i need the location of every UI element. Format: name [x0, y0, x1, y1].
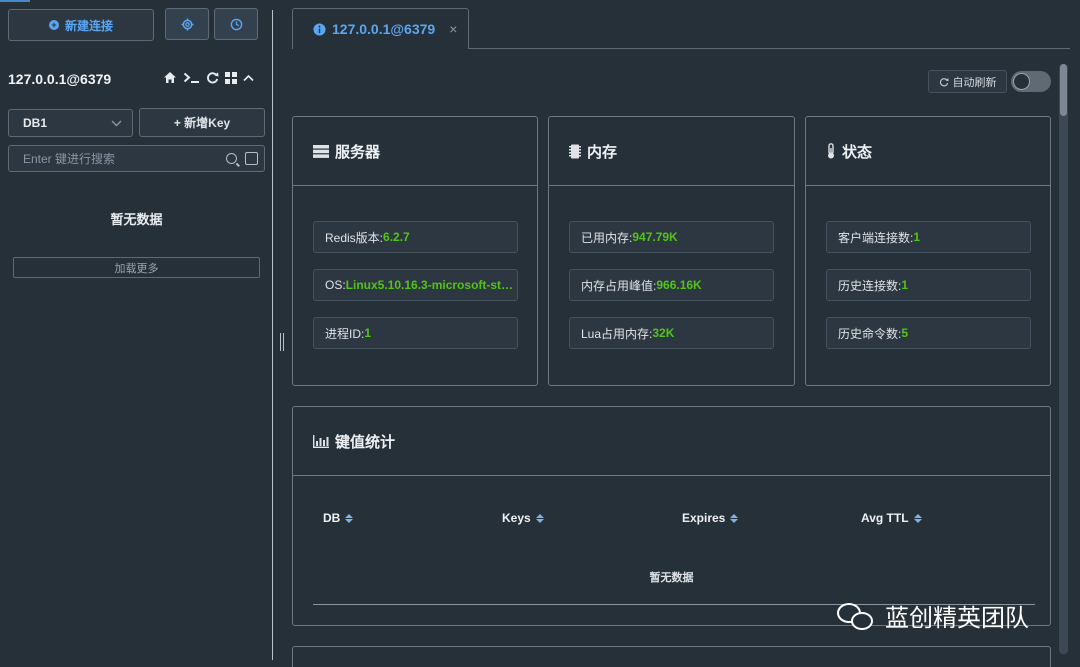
- refresh-icon: [939, 77, 949, 86]
- top-edge-accent: [0, 0, 30, 2]
- search-input[interactable]: [23, 151, 226, 166]
- close-icon[interactable]: ×: [449, 21, 457, 37]
- stat-peak-memory: 内存占用峰值: 966.16K: [569, 269, 774, 301]
- server-icon: [313, 144, 329, 158]
- memory-card: 内存 已用内存: 947.79K 内存占用峰值: 966.16K Lua占用内存: 3…: [548, 116, 795, 386]
- scrollbar-thumb[interactable]: [1060, 64, 1067, 116]
- stat-label: 客户端连接数:: [838, 230, 914, 245]
- stat-label: OS:: [325, 278, 346, 292]
- watermark-text: 蓝创精英团队: [885, 604, 1029, 632]
- column-label: Keys: [502, 511, 531, 525]
- grid-icon[interactable]: [225, 71, 237, 84]
- column-label: Avg TTL: [861, 511, 909, 525]
- stat-total-commands: 历史命令数: 5: [826, 317, 1031, 349]
- resize-handle[interactable]: [280, 333, 284, 351]
- stat-value: 1: [364, 326, 372, 340]
- stat-used-memory: 已用内存: 947.79K: [569, 221, 774, 253]
- empty-keys-text: 暂无数据: [110, 212, 163, 227]
- new-connection-label: 新建连接: [64, 18, 113, 33]
- exact-match-checkbox[interactable]: [245, 152, 258, 165]
- load-more-button[interactable]: 加载更多: [13, 257, 260, 278]
- stat-label: Redis版本:: [325, 230, 384, 245]
- next-card: [292, 646, 1051, 667]
- stat-label: 进程ID:: [325, 326, 365, 341]
- sidebar: + 新建连接 127.0.0.1@6379 DB1 + 新增Key Enter …: [0, 0, 272, 667]
- chevron-up-icon[interactable]: [243, 74, 254, 82]
- stat-os: OS: Linux5.10.16.3-microsoft-st…: [313, 269, 518, 301]
- stat-lua-memory: Lua占用内存: 32K: [569, 317, 774, 349]
- db-select[interactable]: DB1: [8, 109, 133, 137]
- column-header-db[interactable]: DB: [323, 511, 354, 525]
- search-bar: [8, 145, 265, 172]
- key-stats-title: 键值统计: [335, 433, 396, 451]
- stat-total-connections: 历史连接数: 1: [826, 269, 1031, 301]
- stat-value: 5: [901, 326, 909, 340]
- stat-value: 966.16K: [656, 278, 702, 292]
- stat-label: 已用内存:: [581, 230, 633, 245]
- stat-value: 1: [913, 230, 921, 244]
- auto-refresh-label: 自动刷新: [952, 76, 997, 89]
- sort-icon[interactable]: [913, 513, 922, 523]
- stat-value: 947.79K: [632, 230, 678, 244]
- table-empty-text: 暂无数据: [649, 572, 694, 584]
- stat-label: 历史连接数:: [838, 278, 902, 293]
- status-card: 状态 客户端连接数: 1 历史连接数: 1 历史命令数: 5: [805, 116, 1051, 386]
- history-button[interactable]: [214, 8, 258, 40]
- server-card-header: 服务器: [293, 117, 537, 186]
- auto-refresh-toggle[interactable]: [1011, 71, 1051, 92]
- server-card: 服务器 Redis版本: 6.2.7 OS: Linux5.10.16.3-micr…: [292, 116, 538, 386]
- stat-process-id: 进程ID: 1: [313, 317, 518, 349]
- sort-icon[interactable]: [345, 513, 354, 523]
- scrollbar[interactable]: [1059, 64, 1068, 654]
- watermark: 蓝创精英团队: [835, 598, 1029, 633]
- home-icon[interactable]: [163, 71, 177, 84]
- column-header-avg-ttl[interactable]: Avg TTL: [861, 511, 922, 525]
- memory-icon: [569, 144, 581, 158]
- refresh-icon[interactable]: [206, 71, 219, 84]
- sidebar-divider: [272, 10, 273, 660]
- stat-label: 历史命令数:: [838, 326, 902, 341]
- connection-toolbar: [163, 71, 254, 84]
- stat-label: 内存占用峰值:: [581, 278, 657, 293]
- settings-button[interactable]: [165, 8, 209, 40]
- tab-connection[interactable]: 127.0.0.1@6379 ×: [292, 8, 469, 49]
- search-icon[interactable]: [226, 153, 237, 164]
- stat-value: 1: [901, 278, 909, 292]
- thermometer-icon: [828, 143, 834, 159]
- chevron-down-icon: [111, 120, 122, 126]
- stat-value: 6.2.7: [383, 230, 410, 244]
- gear-icon: [180, 17, 194, 31]
- column-header-expires[interactable]: Expires: [682, 511, 739, 525]
- db-select-value: DB1: [23, 116, 48, 130]
- clock-icon: [230, 18, 242, 30]
- stat-label: Lua占用内存:: [581, 326, 653, 341]
- column-header-keys[interactable]: Keys: [502, 511, 544, 525]
- toggle-knob: [1013, 73, 1030, 90]
- key-stats-header: 键值统计: [293, 407, 1050, 476]
- server-card-title: 服务器: [335, 143, 381, 161]
- stat-redis-version: Redis版本: 6.2.7: [313, 221, 518, 253]
- memory-card-header: 内存: [549, 117, 794, 186]
- info-icon: [313, 22, 326, 36]
- wechat-icon: [835, 599, 875, 633]
- stat-client-connections: 客户端连接数: 1: [826, 221, 1031, 253]
- memory-card-title: 内存: [587, 143, 618, 161]
- add-key-button[interactable]: + 新增Key: [139, 108, 265, 137]
- key-stats-card: 键值统计: [292, 406, 1051, 626]
- bar-chart-icon: [313, 434, 329, 448]
- stat-value: Linux5.10.16.3-microsoft-st…: [345, 278, 514, 292]
- terminal-icon[interactable]: [183, 71, 200, 84]
- new-connection-button[interactable]: + 新建连接: [8, 9, 154, 41]
- column-label: DB: [323, 511, 341, 525]
- connection-name: 127.0.0.1@6379: [8, 71, 112, 87]
- plus-circle-icon: +: [48, 20, 59, 30]
- sort-icon[interactable]: [535, 513, 544, 523]
- column-label: Expires: [682, 511, 726, 525]
- tab-label: 127.0.0.1@6379: [332, 21, 436, 37]
- stat-value: 32K: [652, 326, 675, 340]
- sort-icon[interactable]: [730, 513, 739, 523]
- status-card-header: 状态: [806, 117, 1050, 186]
- status-card-title: 状态: [842, 143, 873, 161]
- auto-refresh-button[interactable]: 自动刷新: [928, 70, 1007, 93]
